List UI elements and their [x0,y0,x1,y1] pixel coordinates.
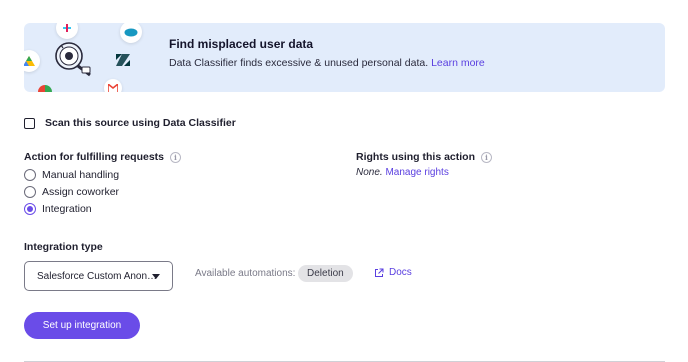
rights-label: Rights using this action [356,151,476,163]
info-icon[interactable]: i [481,151,493,163]
docs-link[interactable]: Docs [374,267,412,278]
radio-label: Integration [42,202,92,215]
scan-label: Scan this source using Data Classifier [45,117,236,129]
salesforce-icon [120,23,142,43]
radio-button-selected[interactable] [24,202,36,215]
rights-section-label: Rights using this action i [356,151,493,163]
learn-more-link[interactable]: Learn more [431,57,485,69]
rights-none: None. [356,167,383,178]
docs-label: Docs [389,267,412,278]
radio-label: Manual handling [42,168,120,181]
radio-button[interactable] [24,185,36,198]
action-label: Action for fulfilling requests [24,151,165,163]
radio-manual-handling[interactable]: Manual handling [24,166,119,183]
radio-assign-coworker[interactable]: Assign coworker [24,183,119,200]
setup-integration-button[interactable]: Set up integration [24,312,140,339]
action-radio-group: Manual handling Assign coworker Integrat… [24,166,119,217]
zendesk-icon [116,53,130,66]
banner-title: Find misplaced user data [169,37,314,51]
integration-type-label: Integration type [24,241,103,253]
external-link-icon [375,268,384,277]
slack-icon [56,23,78,39]
integration-type-select[interactable]: Salesforce Custom Anon… [24,261,173,291]
info-icon[interactable]: i [170,151,182,163]
gmail-icon [104,79,122,92]
scan-option[interactable]: Scan this source using Data Classifier [24,117,236,129]
rights-value: None. Manage rights [356,167,449,178]
deletion-badge: Deletion [298,265,353,282]
radio-integration[interactable]: Integration [24,200,119,217]
banner-description-text: Data Classifier finds excessive & unused… [169,57,429,69]
action-section-label: Action for fulfilling requests i [24,151,182,163]
available-automations-label: Available automations: [195,268,296,279]
data-classifier-banner: Find misplaced user data Data Classifier… [24,23,665,92]
magnifier-icon [52,39,96,79]
scan-checkbox[interactable] [24,117,35,129]
banner-description: Data Classifier finds excessive & unused… [169,57,485,69]
google-drive-icon [24,50,40,72]
integration-type-value: Salesforce Custom Anon… [37,270,158,282]
radio-label: Assign coworker [42,185,120,198]
banner-text: Find misplaced user data Data Classifier… [169,37,485,69]
manage-rights-link[interactable]: Manage rights [385,167,448,178]
app-icon [38,85,52,92]
radio-button[interactable] [24,168,36,181]
banner-illustration [24,23,164,92]
chevron-down-icon [152,274,160,279]
